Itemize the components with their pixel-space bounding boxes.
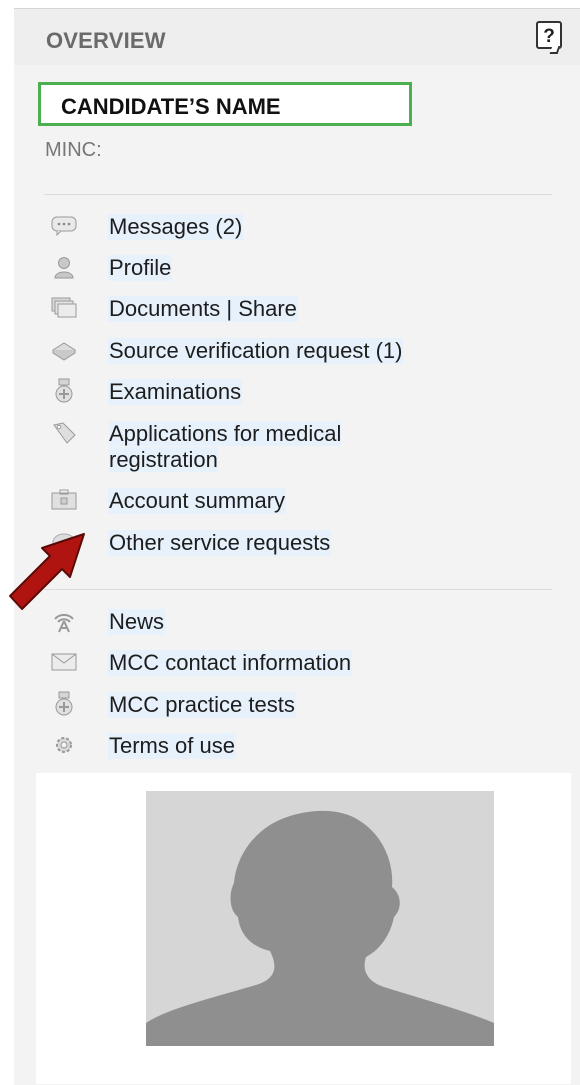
menu-label-examinations[interactable]: Examinations	[108, 379, 243, 405]
menu-label-news[interactable]: News	[108, 609, 166, 635]
help-button[interactable]: ?	[536, 21, 562, 49]
menu-label-contact[interactable]: MCC contact information	[108, 650, 353, 676]
practice-test-medal-icon	[50, 691, 78, 716]
menu-label-practice-tests[interactable]: MCC practice tests	[108, 692, 296, 718]
profile-photo-card	[36, 773, 571, 1084]
overview-title: OVERVIEW	[46, 28, 166, 53]
profile-user-icon	[50, 255, 78, 279]
menu-label-terms[interactable]: Terms of use	[108, 733, 236, 759]
application-tag-icon	[50, 421, 78, 445]
menu-label-applications[interactable]: Applications for medical registration	[108, 421, 342, 473]
menu-label-documents[interactable]: Documents | Share	[108, 296, 298, 322]
menu-label-applications-line2[interactable]: registration	[109, 447, 218, 472]
examination-medal-icon	[50, 378, 78, 403]
documents-stack-icon	[50, 296, 78, 320]
menu-label-source-verification[interactable]: Source verification request (1)	[108, 338, 404, 364]
news-feed-icon	[50, 609, 78, 633]
envelope-icon	[50, 650, 78, 674]
avatar-placeholder	[146, 791, 494, 1046]
source-verification-icon	[50, 338, 78, 362]
candidate-name-box: CANDIDATE’S NAME	[38, 82, 412, 126]
divider-top	[44, 194, 552, 195]
red-arrow-annotation	[9, 533, 85, 610]
wallet-icon	[50, 488, 78, 512]
menu-label-profile[interactable]: Profile	[108, 255, 173, 281]
minc-label: MINC:	[45, 139, 102, 161]
menu-label-applications-line1[interactable]: Applications for medical	[109, 421, 342, 446]
menu-label-other-service-requests[interactable]: Other service requests	[108, 530, 332, 556]
menu-label-messages[interactable]: Messages (2)	[108, 214, 244, 240]
candidate-name: CANDIDATE’S NAME	[61, 94, 281, 119]
menu-label-account-summary[interactable]: Account summary	[108, 488, 287, 514]
divider-middle	[44, 589, 552, 590]
message-bubble-icon	[50, 214, 78, 238]
avatar-silhouette-icon	[146, 810, 494, 1046]
overview-header: OVERVIEW ?	[14, 9, 580, 65]
gear-icon	[50, 733, 78, 757]
